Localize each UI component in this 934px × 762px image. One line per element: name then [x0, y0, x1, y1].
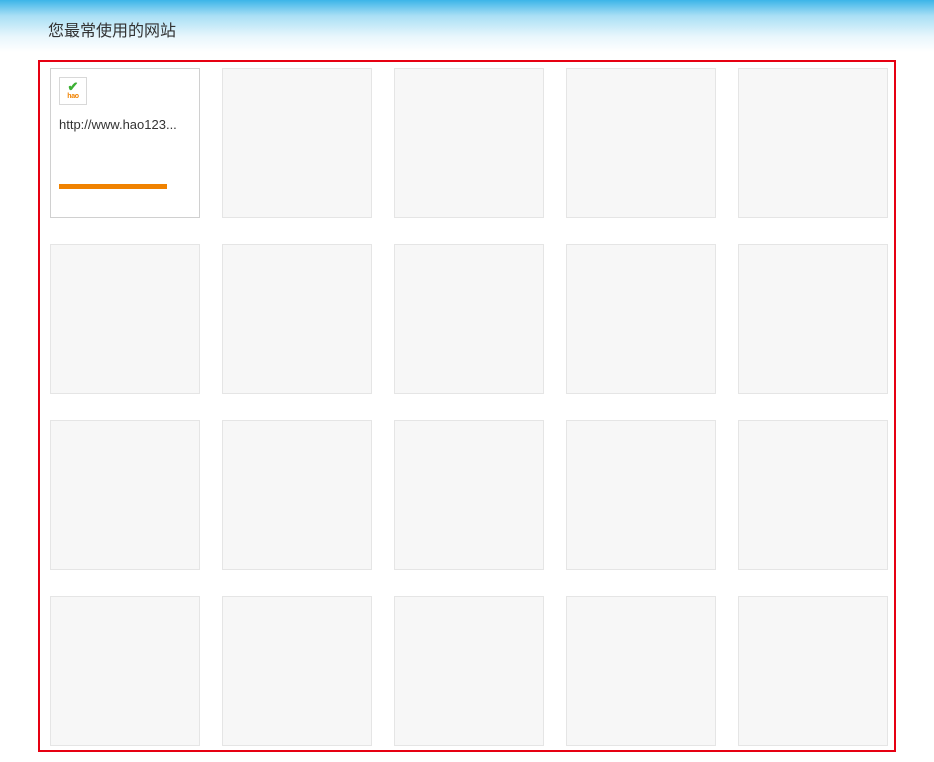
empty-tile[interactable] — [566, 244, 716, 394]
empty-tile[interactable] — [738, 420, 888, 570]
empty-tile[interactable] — [566, 68, 716, 218]
empty-tile[interactable] — [222, 244, 372, 394]
tiles-container: ✔ hao http://www.hao123... — [38, 60, 896, 752]
empty-tile[interactable] — [394, 244, 544, 394]
empty-tile[interactable] — [394, 596, 544, 746]
empty-tile[interactable] — [222, 596, 372, 746]
tile-accent-bar — [59, 184, 167, 189]
tile-url-text: http://www.hao123... — [59, 117, 191, 132]
empty-tile[interactable] — [738, 244, 888, 394]
empty-tile[interactable] — [566, 420, 716, 570]
empty-tile[interactable] — [222, 68, 372, 218]
empty-tile[interactable] — [738, 596, 888, 746]
empty-tile[interactable] — [222, 420, 372, 570]
favicon-box: ✔ hao — [59, 77, 87, 105]
site-tile-hao123[interactable]: ✔ hao http://www.hao123... — [50, 68, 200, 218]
empty-tile[interactable] — [394, 68, 544, 218]
header-bar: 您最常使用的网站 — [0, 0, 934, 52]
hao123-favicon-icon: ✔ hao — [67, 82, 79, 99]
tiles-grid: ✔ hao http://www.hao123... — [50, 68, 884, 746]
empty-tile[interactable] — [50, 244, 200, 394]
checkmark-icon: ✔ — [68, 82, 79, 92]
empty-tile[interactable] — [50, 596, 200, 746]
empty-tile[interactable] — [566, 596, 716, 746]
empty-tile[interactable] — [394, 420, 544, 570]
empty-tile[interactable] — [50, 420, 200, 570]
empty-tile[interactable] — [738, 68, 888, 218]
page-title: 您最常使用的网站 — [48, 11, 176, 41]
